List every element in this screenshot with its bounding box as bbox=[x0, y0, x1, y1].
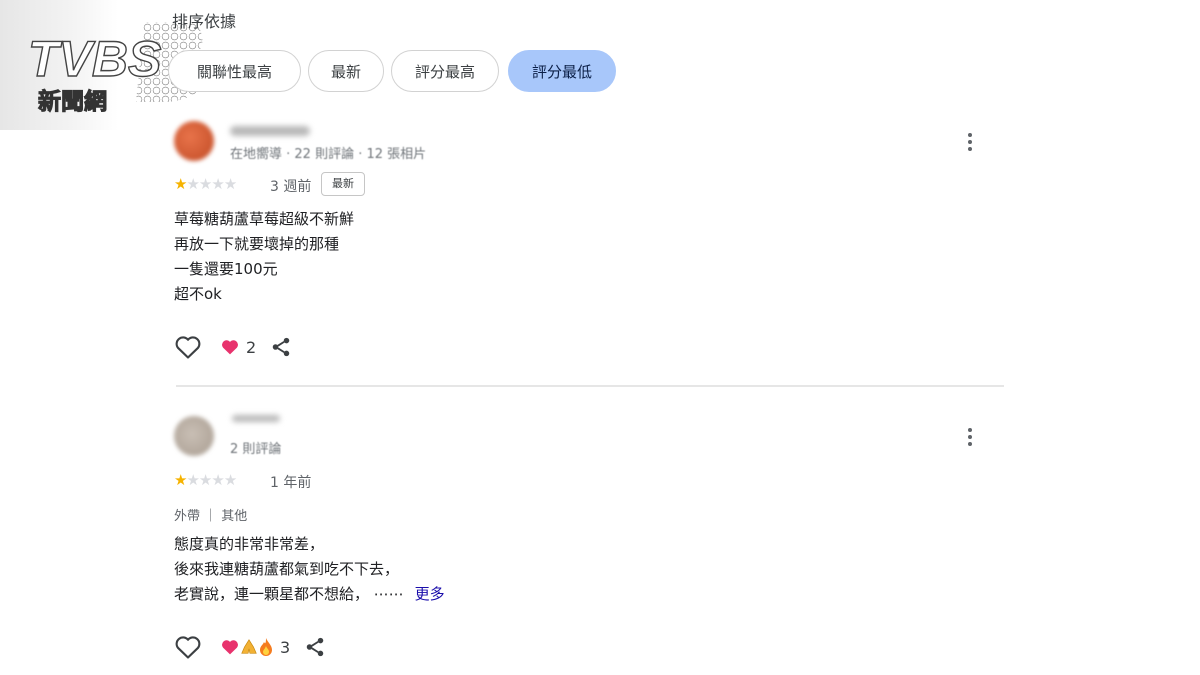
chip-highest-rating[interactable]: 評分最高 bbox=[391, 50, 499, 92]
star-icon: ★ bbox=[198, 175, 212, 193]
review-text: 態度真的非常非常差， 後來我連糖葫蘆都氣到吃不下去， 老實說，連一顆星都不想給，… bbox=[174, 532, 445, 607]
chip-lowest-rating[interactable]: 評分最低 bbox=[508, 50, 616, 92]
star-icon: ★ bbox=[186, 175, 199, 193]
review-line: 草莓糖葫蘆草莓超級不新鮮 bbox=[174, 210, 355, 228]
fire-icon bbox=[260, 638, 272, 656]
logo-brand: TVBS bbox=[28, 31, 161, 87]
sort-label: 排序依據 bbox=[172, 12, 237, 31]
review-line: 一隻還要100元 bbox=[174, 260, 278, 278]
star-icon: ★ bbox=[211, 471, 224, 489]
reviewer-name-blurred[interactable] bbox=[232, 415, 280, 422]
more-options-icon[interactable] bbox=[960, 423, 980, 451]
reaction-count: 3 bbox=[280, 637, 291, 657]
review-text: 草莓糖葫蘆草莓超級不新鮮 再放一下就要壞掉的那種 一隻還要100元 超不ok bbox=[174, 207, 354, 307]
review-ellipsis: ⋯⋯ bbox=[373, 585, 404, 603]
share-icon[interactable] bbox=[270, 336, 292, 358]
review-actions: 3 bbox=[174, 632, 326, 662]
star-rating: ★★★★★ bbox=[174, 175, 237, 193]
star-icon: ★ bbox=[223, 175, 237, 193]
reaction-count: 2 bbox=[246, 337, 257, 357]
review-line: 老實說，連一顆星都不想給， bbox=[174, 585, 370, 603]
review-actions: 2 bbox=[174, 332, 292, 362]
review-line: 態度真的非常非常差， bbox=[174, 535, 325, 553]
pray-icon bbox=[241, 639, 257, 654]
review-tags: 外帶 ｜ 其他 bbox=[174, 509, 248, 524]
heart-icon bbox=[222, 640, 238, 655]
review-time: 1 年前 bbox=[270, 475, 312, 491]
reviewer-name-blurred[interactable] bbox=[230, 126, 310, 136]
heart-icon bbox=[222, 340, 238, 355]
chip-relevance[interactable]: 關聯性最高 bbox=[168, 50, 301, 92]
reviewer-avatar[interactable] bbox=[174, 416, 214, 456]
newest-badge: 最新 bbox=[321, 172, 365, 196]
share-icon[interactable] bbox=[304, 636, 326, 658]
star-icon: ★ bbox=[211, 175, 224, 193]
reviewer-meta: 在地嚮導 · 22 則評論 · 12 張相片 bbox=[230, 147, 427, 162]
more-options-icon[interactable] bbox=[960, 128, 980, 156]
chip-newest[interactable]: 最新 bbox=[308, 50, 384, 92]
like-heart-outline-icon[interactable] bbox=[174, 634, 202, 660]
star-icon: ★ bbox=[223, 471, 237, 489]
review-line: 後來我連糖葫蘆都氣到吃不下去， bbox=[174, 560, 400, 578]
like-heart-outline-icon[interactable] bbox=[174, 334, 202, 360]
star-icon: ★ bbox=[198, 471, 212, 489]
star-icon: ★ bbox=[174, 471, 187, 489]
star-icon: ★ bbox=[174, 175, 187, 193]
star-icon: ★ bbox=[186, 471, 199, 489]
review-line: 再放一下就要壞掉的那種 bbox=[174, 235, 340, 253]
star-rating: ★★★★★ bbox=[174, 471, 237, 489]
review-time: 3 週前 bbox=[270, 179, 312, 195]
reviewer-meta: 2 則評論 bbox=[230, 442, 282, 457]
review-divider bbox=[176, 385, 1004, 387]
reviewer-avatar[interactable] bbox=[174, 121, 214, 161]
more-link[interactable]: 更多 bbox=[415, 585, 445, 603]
logo-subtitle: 新聞網 bbox=[38, 88, 107, 115]
review-line-last: 老實說，連一顆星都不想給， ⋯⋯ 更多 bbox=[174, 582, 445, 607]
review-line: 超不ok bbox=[174, 285, 222, 303]
